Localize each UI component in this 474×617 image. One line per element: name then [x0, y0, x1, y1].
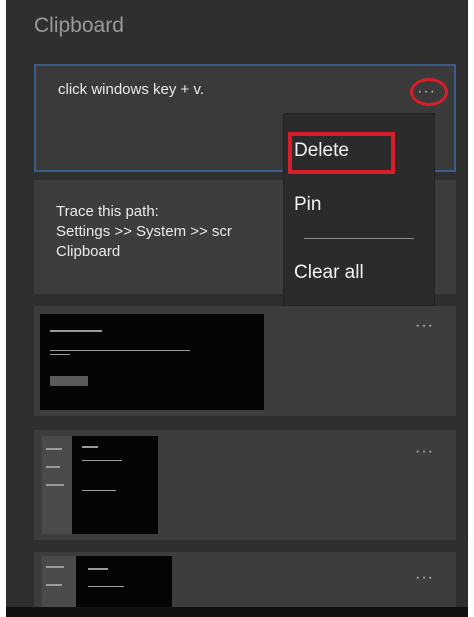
clipboard-item-text: Trace this path: Settings >> System >> s… [56, 203, 232, 260]
context-menu: Delete Pin Clear all [283, 113, 435, 306]
more-options-button[interactable]: ··· [415, 570, 434, 586]
clipboard-item-4[interactable]: ··· [34, 430, 456, 540]
menu-item-pin[interactable]: Pin [294, 194, 321, 216]
panel-title: Clipboard [34, 14, 124, 37]
annotation-circle [410, 78, 448, 106]
menu-item-clear-all[interactable]: Clear all [294, 262, 364, 284]
more-options-button[interactable]: ··· [415, 318, 434, 334]
thumbnail-image [42, 556, 172, 607]
menu-separator [304, 238, 414, 239]
bottom-edge [6, 607, 468, 617]
scrollbar-track[interactable] [466, 0, 468, 540]
thumbnail-image [42, 436, 158, 534]
clipboard-item-3[interactable]: ··· [34, 306, 456, 416]
more-options-button[interactable]: ··· [415, 444, 434, 460]
thumbnail-image [40, 314, 264, 410]
menu-item-delete[interactable]: Delete [294, 140, 349, 162]
clipboard-item-text: click windows key + v. [58, 81, 205, 98]
clipboard-item-5[interactable]: ··· [34, 552, 456, 607]
